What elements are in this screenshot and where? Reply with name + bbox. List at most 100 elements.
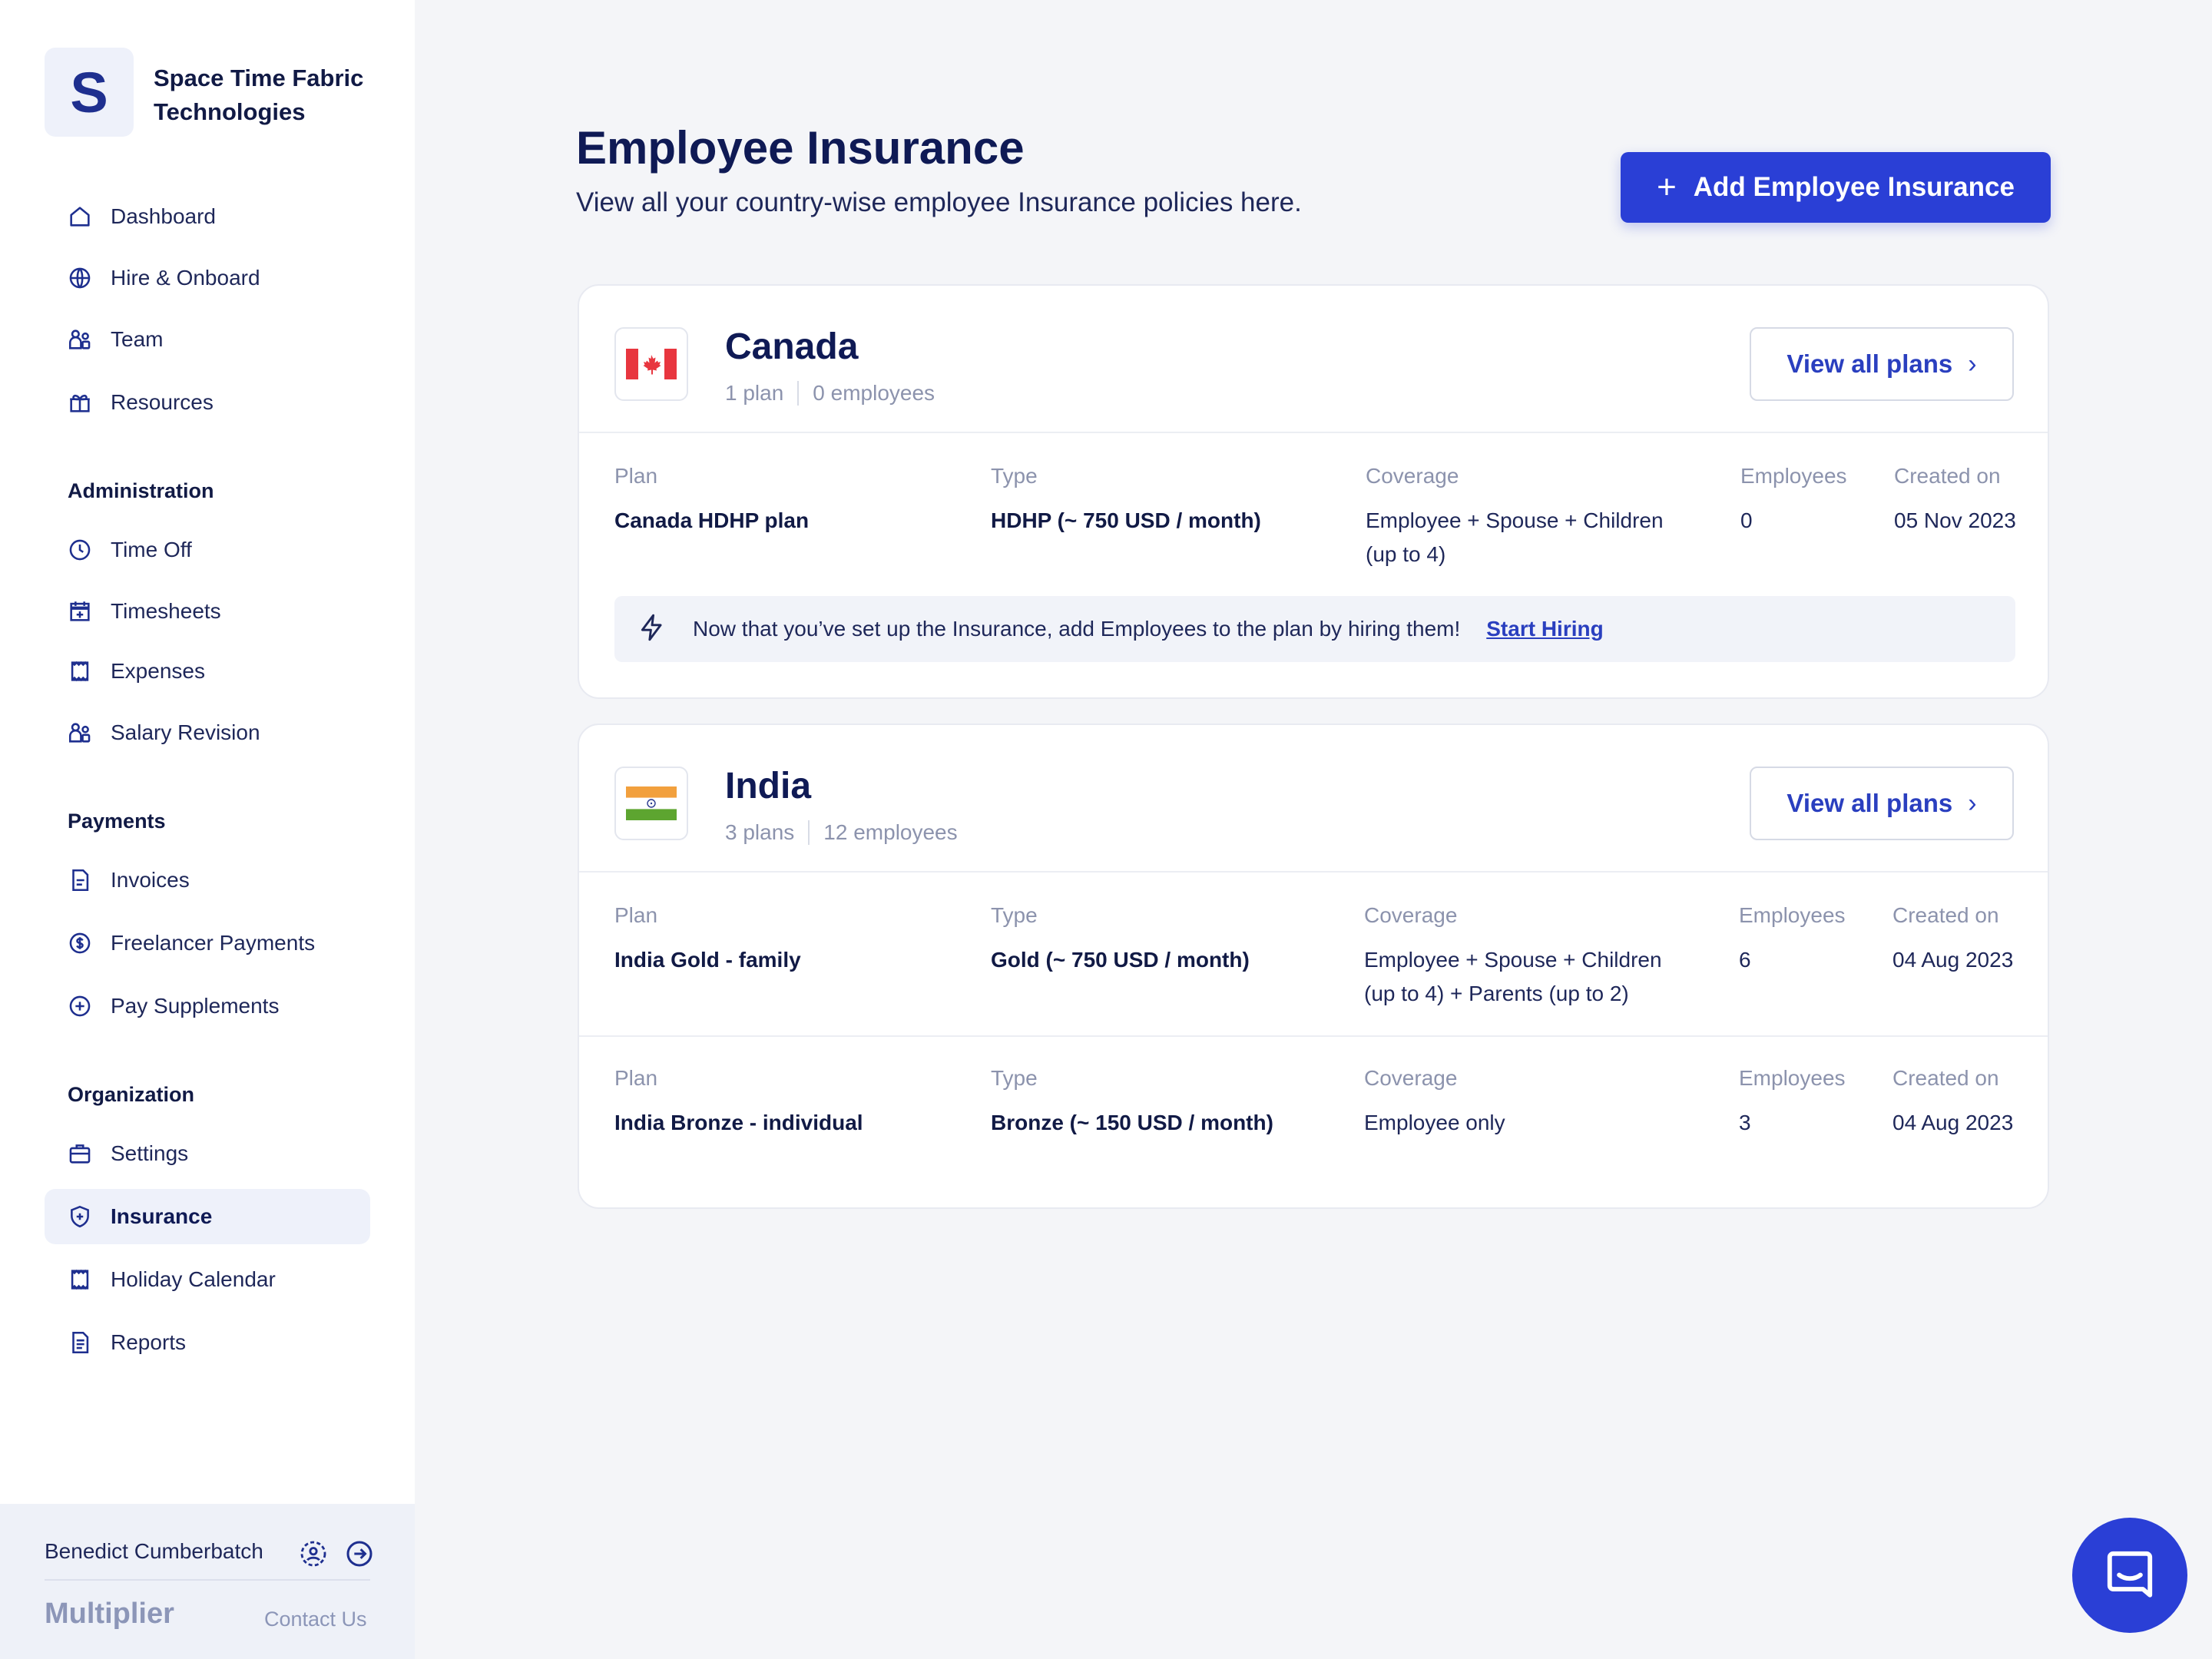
col-header-created: Created on <box>1894 464 2001 488</box>
section-title-organization: Organization <box>68 1083 195 1106</box>
hiring-notice: Now that you’ve set up the Insurance, ad… <box>614 596 2015 662</box>
user-switch-icon[interactable] <box>298 1538 329 1569</box>
sidebar-item-timesheets[interactable]: Timesheets <box>45 584 370 639</box>
calendar-plus-icon <box>66 598 94 625</box>
card-divider <box>579 1035 2048 1037</box>
plan-type: Bronze (~ 150 USD / month) <box>991 1111 1273 1134</box>
india-flag-icon <box>614 767 688 840</box>
plan-employees: 6 <box>1739 948 1751 972</box>
plus-icon: + <box>1657 168 1677 206</box>
card-divider <box>579 432 2048 433</box>
sidebar-item-team[interactable]: Team <box>45 312 370 367</box>
logout-icon[interactable] <box>344 1538 375 1569</box>
sidebar-item-holiday-calendar[interactable]: Holiday Calendar <box>45 1252 370 1307</box>
coverage-line: Employee only <box>1364 1111 1505 1134</box>
coverage-line: Employee + Spouse + Children <box>1366 508 1664 532</box>
section-title-payments: Payments <box>68 810 166 833</box>
plus-circle-icon <box>66 992 94 1020</box>
sidebar-item-pay-supplements[interactable]: Pay Supplements <box>45 979 370 1034</box>
meta-separator <box>797 381 800 406</box>
col-header-employees: Employees <box>1739 903 1846 927</box>
plans-count: 1 plan <box>725 381 784 405</box>
sidebar-item-resources[interactable]: Resources <box>45 375 370 430</box>
org-name: Space Time Fabric Technologies <box>154 65 364 125</box>
dollar-circle-icon <box>66 929 94 957</box>
col-header-plan: Plan <box>614 1066 658 1090</box>
receipt-icon <box>66 657 94 685</box>
sidebar-item-salary-revision[interactable]: Salary Revision <box>45 705 370 760</box>
add-employee-insurance-button[interactable]: + Add Employee Insurance <box>1621 152 2051 223</box>
sidebar-item-label: Holiday Calendar <box>111 1267 276 1291</box>
col-header-type: Type <box>991 903 1038 927</box>
view-all-plans-button[interactable]: View all plans › <box>1750 327 2014 401</box>
sidebar-item-label: Insurance <box>111 1204 213 1228</box>
col-header-type: Type <box>991 1066 1038 1090</box>
document-icon <box>66 1329 94 1356</box>
sidebar-item-label: Expenses <box>111 659 205 683</box>
employees-count: 12 employees <box>823 820 958 844</box>
country-name: India <box>725 766 812 806</box>
plan-created: 04 Aug 2023 <box>1892 948 2014 972</box>
sidebar-item-insurance[interactable]: Insurance <box>45 1189 370 1244</box>
plan-employees: 0 <box>1740 508 1753 532</box>
clock-icon <box>66 536 94 564</box>
chevron-right-icon: › <box>1968 349 1977 379</box>
plan-created: 04 Aug 2023 <box>1892 1111 2014 1134</box>
chevron-right-icon: › <box>1968 788 1977 818</box>
sidebar-item-hire-onboard[interactable]: Hire & Onboard <box>45 250 370 306</box>
country-meta: 3 plans 12 employees <box>725 820 958 845</box>
team-icon <box>66 326 94 353</box>
contact-us-link[interactable]: Contact Us <box>264 1608 367 1631</box>
sidebar: S Space Time Fabric Technologies Dashboa… <box>0 0 415 1659</box>
sidebar-item-label: Resources <box>111 390 214 414</box>
sidebar-item-dashboard[interactable]: Dashboard <box>45 189 370 244</box>
page-subtitle: View all your country-wise employee Insu… <box>576 187 1302 217</box>
sidebar-item-settings[interactable]: Settings <box>45 1126 370 1181</box>
col-header-type: Type <box>991 464 1038 488</box>
start-hiring-link[interactable]: Start Hiring <box>1486 617 1603 641</box>
lightning-icon <box>637 613 667 646</box>
sidebar-item-time-off[interactable]: Time Off <box>45 522 370 578</box>
sidebar-item-reports[interactable]: Reports <box>45 1315 370 1370</box>
sidebar-item-label: Team <box>111 327 164 351</box>
plan-type: Gold (~ 750 USD / month) <box>991 948 1250 972</box>
sidebar-footer <box>0 1504 415 1659</box>
coverage-line: (up to 4) + Parents (up to 2) <box>1364 982 1629 1005</box>
sidebar-item-invoices[interactable]: Invoices <box>45 853 370 908</box>
sidebar-item-label: Salary Revision <box>111 720 260 744</box>
globe-icon <box>66 264 94 292</box>
chat-icon <box>2101 1545 2158 1606</box>
chat-support-button[interactable] <box>2072 1518 2187 1633</box>
gift-icon <box>66 389 94 416</box>
sidebar-item-freelancer-payments[interactable]: Freelancer Payments <box>45 916 370 971</box>
home-icon <box>66 203 94 230</box>
notice-text: Now that you’ve set up the Insurance, ad… <box>693 617 1461 641</box>
plan-coverage: Employee only <box>1364 1106 1717 1140</box>
plan-coverage: Employee + Spouse + Children (up to 4) +… <box>1364 943 1717 1011</box>
plan-name: India Gold - family <box>614 948 801 972</box>
plan-created: 05 Nov 2023 <box>1894 508 2016 532</box>
plan-name: Canada HDHP plan <box>614 508 810 532</box>
brand-logo: Multiplier <box>45 1598 174 1630</box>
page-title: Employee Insurance <box>576 122 1025 174</box>
employees-count: 0 employees <box>813 381 935 405</box>
sidebar-item-label: Time Off <box>111 538 192 561</box>
footer-divider <box>45 1579 370 1581</box>
invoice-icon <box>66 866 94 894</box>
country-card-india: India 3 plans 12 employees View all plan… <box>578 724 2049 1209</box>
col-header-created: Created on <box>1892 1066 1999 1090</box>
org-logo: S <box>45 48 134 137</box>
col-header-plan: Plan <box>614 464 658 488</box>
view-all-plans-label: View all plans <box>1786 789 1953 817</box>
plan-type: HDHP (~ 750 USD / month) <box>991 508 1261 532</box>
sidebar-item-label: Reports <box>111 1330 187 1354</box>
sidebar-item-label: Invoices <box>111 868 190 892</box>
meta-separator <box>808 820 810 845</box>
view-all-plans-button[interactable]: View all plans › <box>1750 767 2014 840</box>
country-card-canada: Canada 1 plan 0 employees View all plans… <box>578 284 2049 699</box>
sidebar-item-expenses[interactable]: Expenses <box>45 644 370 699</box>
sidebar-item-label: Pay Supplements <box>111 994 280 1018</box>
team-icon <box>66 719 94 747</box>
col-header-employees: Employees <box>1740 464 1847 488</box>
shield-icon <box>66 1203 94 1230</box>
